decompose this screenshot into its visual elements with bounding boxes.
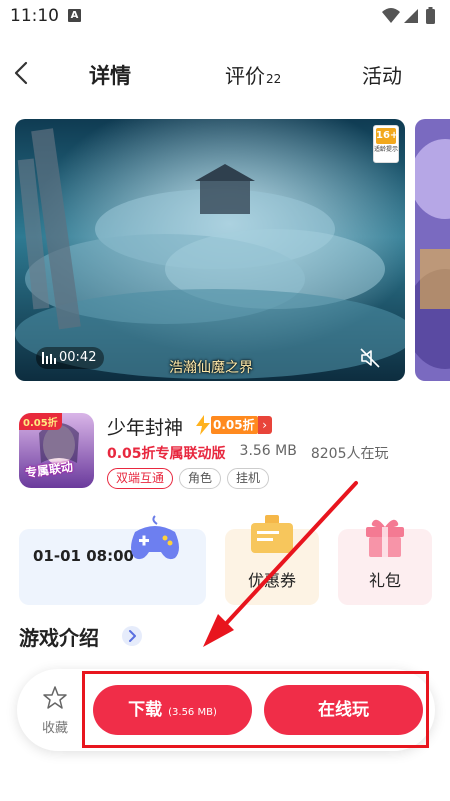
age-rating: 16+ bbox=[376, 128, 398, 144]
duration-text: 00:42 bbox=[59, 350, 97, 365]
game-info: 0.05折 专属联动 少年封神 0.05折 › 0.05折专属联动版 3.56 … bbox=[19, 413, 449, 493]
download-label: 下载 bbox=[128, 700, 163, 720]
tag[interactable]: 角色 bbox=[179, 468, 222, 489]
wifi-icon bbox=[382, 8, 400, 23]
icon-discount-tag: 0.05折 bbox=[19, 413, 62, 430]
status-indicators bbox=[382, 7, 435, 24]
age-tip: 适龄提示 bbox=[374, 146, 399, 153]
video-player[interactable]: 16+ 适龄提示 00:42 浩瀚仙魔之界 bbox=[15, 119, 405, 381]
signal-icon bbox=[404, 9, 418, 23]
review-count: 22 bbox=[266, 72, 282, 86]
bars-icon bbox=[42, 352, 56, 364]
media-carousel: 16+ 适龄提示 00:42 浩瀚仙魔之界 bbox=[15, 119, 450, 381]
video-caption: 浩瀚仙魔之界 bbox=[169, 360, 253, 376]
tab-activity[interactable]: 活动 bbox=[362, 60, 402, 89]
gift-icon bbox=[366, 519, 404, 557]
launch-date-card[interactable]: 01-01 08:00 bbox=[19, 515, 206, 605]
download-size: (3.56 MB) bbox=[168, 707, 217, 718]
game-tags: 双端互通 角色 挂机 bbox=[107, 468, 270, 489]
download-button[interactable]: 下载 (3.56 MB) bbox=[93, 685, 252, 735]
age-rating-badge: 16+ 适龄提示 bbox=[373, 125, 399, 163]
coupon-card[interactable]: 优惠券 bbox=[225, 515, 319, 605]
tab-review[interactable]: 评价22 bbox=[225, 60, 281, 89]
status-time: 11:10 bbox=[10, 6, 59, 26]
promo-text: 0.05折专属联动版 bbox=[107, 446, 226, 462]
top-nav: 详情 评价22 活动 bbox=[0, 50, 450, 98]
bolt-icon bbox=[196, 415, 210, 435]
favorite-button[interactable]: 收藏 bbox=[37, 685, 73, 737]
back-arrow-icon[interactable] bbox=[10, 60, 36, 86]
play-label: 在线玩 bbox=[318, 700, 369, 720]
battery-icon bbox=[426, 9, 435, 24]
coupon-icon bbox=[251, 515, 293, 553]
video-duration: 00:42 bbox=[36, 347, 105, 369]
game-icon[interactable]: 0.05折 专属联动 bbox=[19, 413, 94, 488]
gift-card[interactable]: 礼包 bbox=[338, 519, 432, 605]
tab-detail[interactable]: 详情 bbox=[89, 60, 131, 90]
chevron-right-icon[interactable] bbox=[122, 626, 142, 646]
favorite-label: 收藏 bbox=[41, 721, 68, 736]
bottom-action-bar: 收藏 下载 (3.56 MB) 在线玩 bbox=[17, 669, 435, 751]
player-count: 8205人在玩 bbox=[310, 446, 389, 462]
gamepad-icon bbox=[131, 515, 179, 560]
game-name: 少年封神 bbox=[107, 417, 184, 439]
tag[interactable]: 挂机 bbox=[227, 468, 270, 489]
star-icon bbox=[43, 686, 67, 709]
status-bar: 11:10 A bbox=[0, 0, 450, 34]
feature-cards: 01-01 08:00 优惠券 礼包 bbox=[19, 515, 439, 605]
screenshot-image bbox=[415, 119, 450, 381]
video-frame bbox=[15, 119, 405, 381]
launch-date: 01-01 08:00 bbox=[33, 547, 134, 565]
gift-label: 礼包 bbox=[368, 571, 401, 590]
game-size: 3.56 MB bbox=[239, 443, 297, 459]
chevron-right-icon: › bbox=[257, 416, 272, 434]
tab-review-label: 评价 bbox=[225, 64, 265, 88]
intro-title: 游戏介绍 bbox=[19, 626, 99, 650]
mute-icon[interactable] bbox=[359, 347, 381, 369]
tag[interactable]: 双端互通 bbox=[107, 468, 174, 489]
discount-text: 0.05折 bbox=[211, 416, 258, 434]
notification-a-icon: A bbox=[68, 9, 81, 22]
game-subline: 0.05折专属联动版 3.56 MB 8205人在玩 bbox=[107, 443, 389, 463]
screenshot-thumbnail[interactable] bbox=[415, 119, 450, 381]
discount-badge[interactable]: 0.05折 › bbox=[195, 415, 272, 435]
play-online-button[interactable]: 在线玩 bbox=[264, 685, 423, 735]
coupon-label: 优惠券 bbox=[247, 571, 296, 590]
